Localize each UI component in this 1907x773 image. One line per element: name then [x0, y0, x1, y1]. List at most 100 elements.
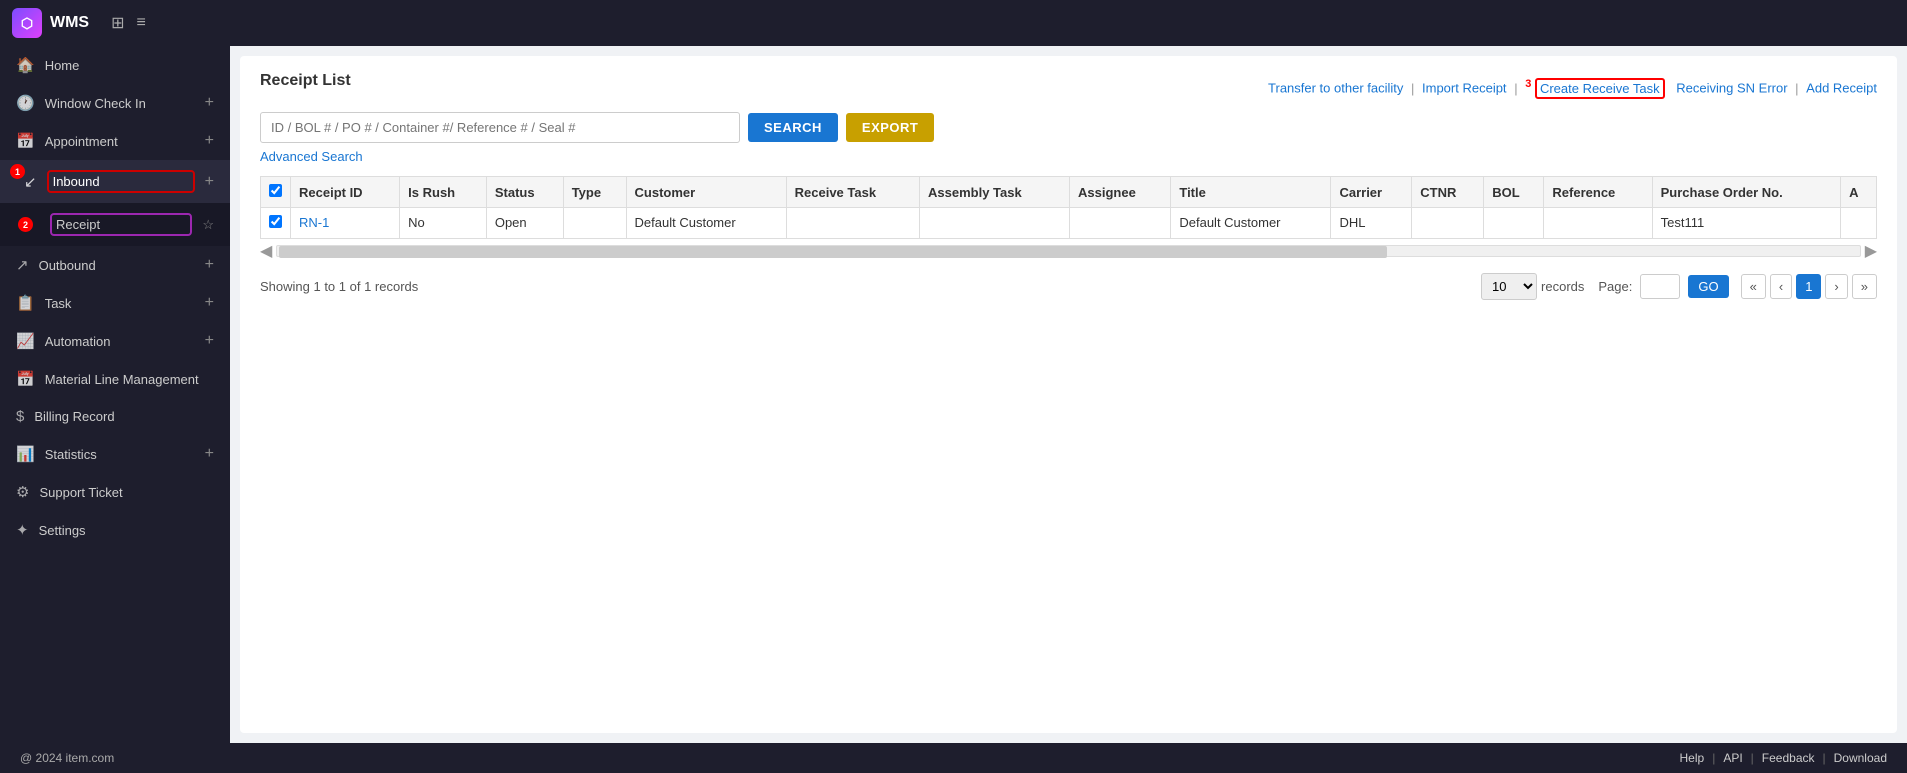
- main-layout: 🏠 Home 🕐 Window Check In + 📅 Appointment…: [0, 46, 1907, 743]
- col-assignee: Assignee: [1070, 177, 1171, 208]
- api-link[interactable]: API: [1723, 751, 1742, 765]
- row-checkbox-cell: [261, 208, 291, 239]
- sidebar-item-label: Outbound: [39, 258, 195, 273]
- first-page-button[interactable]: «: [1741, 274, 1766, 299]
- sidebar-sub-inbound: 2 Receipt ☆: [0, 203, 230, 246]
- sidebar-item-label: Appointment: [45, 134, 195, 149]
- receipt-id-link[interactable]: RN-1: [299, 215, 329, 230]
- transfer-to-facility-link[interactable]: Transfer to other facility: [1268, 81, 1403, 96]
- app-title: WMS: [50, 14, 89, 32]
- sidebar-item-task[interactable]: 📋 Task +: [0, 284, 230, 322]
- material-icon: 📅: [16, 370, 35, 388]
- row-checkbox[interactable]: [269, 215, 282, 228]
- scroll-thumb: [279, 246, 1387, 258]
- logo: ⬡ WMS: [12, 8, 89, 38]
- outbound-icon: ↗: [16, 256, 29, 274]
- row-customer: Default Customer: [626, 208, 786, 239]
- import-receipt-link[interactable]: Import Receipt: [1422, 81, 1507, 96]
- footer-right: Help | API | Feedback | Download: [1680, 751, 1887, 765]
- sidebar-item-outbound[interactable]: ↗ Outbound +: [0, 246, 230, 284]
- sidebar-item-statistics[interactable]: 📊 Statistics +: [0, 435, 230, 473]
- task-icon: 📋: [16, 294, 35, 312]
- page-1-button[interactable]: 1: [1796, 274, 1821, 299]
- sidebar-item-automation[interactable]: 📈 Automation +: [0, 322, 230, 360]
- row-status: Open: [486, 208, 563, 239]
- page-title: Receipt List: [260, 72, 351, 90]
- row-is-rush: No: [400, 208, 487, 239]
- logo-icon: ⬡: [12, 8, 42, 38]
- sidebar-item-label: Automation: [45, 334, 195, 349]
- export-button[interactable]: EXPORT: [846, 113, 934, 142]
- sidebar-item-billing-record[interactable]: $ Billing Record: [0, 398, 230, 435]
- col-status: Status: [486, 177, 563, 208]
- download-link[interactable]: Download: [1834, 751, 1887, 765]
- col-carrier: Carrier: [1331, 177, 1412, 208]
- page-number-input[interactable]: [1640, 274, 1680, 299]
- expand-icon[interactable]: +: [205, 94, 214, 112]
- col-receipt-id: Receipt ID: [291, 177, 400, 208]
- sidebar-item-label: Settings: [39, 523, 214, 538]
- sidebar-item-appointment[interactable]: 📅 Appointment +: [0, 122, 230, 160]
- prev-page-button[interactable]: ‹: [1770, 274, 1792, 299]
- search-input[interactable]: [260, 112, 740, 143]
- records-label: records: [1541, 279, 1584, 294]
- col-ctnr: CTNR: [1412, 177, 1484, 208]
- grid-icon-button[interactable]: ⊞: [105, 9, 130, 37]
- sidebar-item-receipt[interactable]: 2 Receipt ☆: [0, 203, 230, 246]
- sidebar-item-material-line-mgmt[interactable]: 📅 Material Line Management: [0, 360, 230, 398]
- col-receive-task: Receive Task: [786, 177, 919, 208]
- row-receipt-id: RN-1: [291, 208, 400, 239]
- records-per-page-select[interactable]: 10 25 50 100: [1481, 273, 1537, 300]
- col-purchase-order-no: Purchase Order No.: [1652, 177, 1840, 208]
- go-button[interactable]: GO: [1688, 275, 1728, 298]
- table-row: RN-1 No Open Default Customer Default Cu…: [261, 208, 1877, 239]
- scroll-left-arrow[interactable]: ◀: [260, 241, 272, 261]
- help-link[interactable]: Help: [1680, 751, 1705, 765]
- expand-icon[interactable]: +: [205, 445, 214, 463]
- home-icon: 🏠: [16, 56, 35, 74]
- feedback-link[interactable]: Feedback: [1762, 751, 1815, 765]
- menu-icon-button[interactable]: ≡: [131, 10, 152, 36]
- sidebar-item-label: Billing Record: [34, 409, 214, 424]
- sidebar-item-inbound[interactable]: 1 ↙ Inbound +: [0, 160, 230, 203]
- sidebar-item-label: Material Line Management: [45, 372, 214, 387]
- sidebar-item-label: Task: [45, 296, 195, 311]
- expand-icon[interactable]: +: [205, 132, 214, 150]
- annotation-badge-2: 2: [18, 217, 33, 232]
- receiving-sn-error-link[interactable]: Receiving SN Error: [1676, 81, 1787, 96]
- expand-icon[interactable]: +: [205, 332, 214, 350]
- sidebar-item-settings[interactable]: ✦ Settings: [0, 511, 230, 549]
- search-button[interactable]: SEARCH: [748, 113, 838, 142]
- star-icon[interactable]: ☆: [202, 217, 214, 233]
- sidebar-item-label: Statistics: [45, 447, 195, 462]
- footer-sep-3: |: [1823, 751, 1826, 765]
- select-all-checkbox[interactable]: [269, 184, 282, 197]
- sidebar-item-home[interactable]: 🏠 Home: [0, 46, 230, 84]
- sidebar-item-window-check-in[interactable]: 🕐 Window Check In +: [0, 84, 230, 122]
- pagination: 10 25 50 100 records Page: GO « ‹ 1 › »: [1481, 273, 1877, 300]
- expand-icon[interactable]: +: [205, 256, 214, 274]
- last-page-button[interactable]: »: [1852, 274, 1877, 299]
- sidebar-item-label: Home: [45, 58, 214, 73]
- footer: @ 2024 item.com Help | API | Feedback | …: [0, 743, 1907, 773]
- sidebar-item-label: Window Check In: [45, 96, 195, 111]
- col-title: Title: [1171, 177, 1331, 208]
- receipt-table: Receipt ID Is Rush Status Type Customer …: [260, 176, 1877, 239]
- sidebar-item-support-ticket[interactable]: ⚙ Support Ticket: [0, 473, 230, 511]
- col-customer: Customer: [626, 177, 786, 208]
- table-header: Receipt ID Is Rush Status Type Customer …: [261, 177, 1877, 208]
- expand-icon[interactable]: +: [205, 173, 214, 191]
- scroll-right-arrow[interactable]: ▶: [1865, 241, 1877, 261]
- col-a: A: [1841, 177, 1877, 208]
- advanced-search-toggle[interactable]: Advanced Search: [260, 149, 1877, 164]
- add-receipt-link[interactable]: Add Receipt: [1806, 81, 1877, 96]
- create-receive-task-link[interactable]: Create Receive Task: [1535, 78, 1665, 99]
- footer-sep-1: |: [1712, 751, 1715, 765]
- row-assignee: [1070, 208, 1171, 239]
- row-carrier: DHL: [1331, 208, 1412, 239]
- row-receive-task: [786, 208, 919, 239]
- col-type: Type: [563, 177, 626, 208]
- expand-icon[interactable]: +: [205, 294, 214, 312]
- next-page-button[interactable]: ›: [1825, 274, 1847, 299]
- row-type: [563, 208, 626, 239]
